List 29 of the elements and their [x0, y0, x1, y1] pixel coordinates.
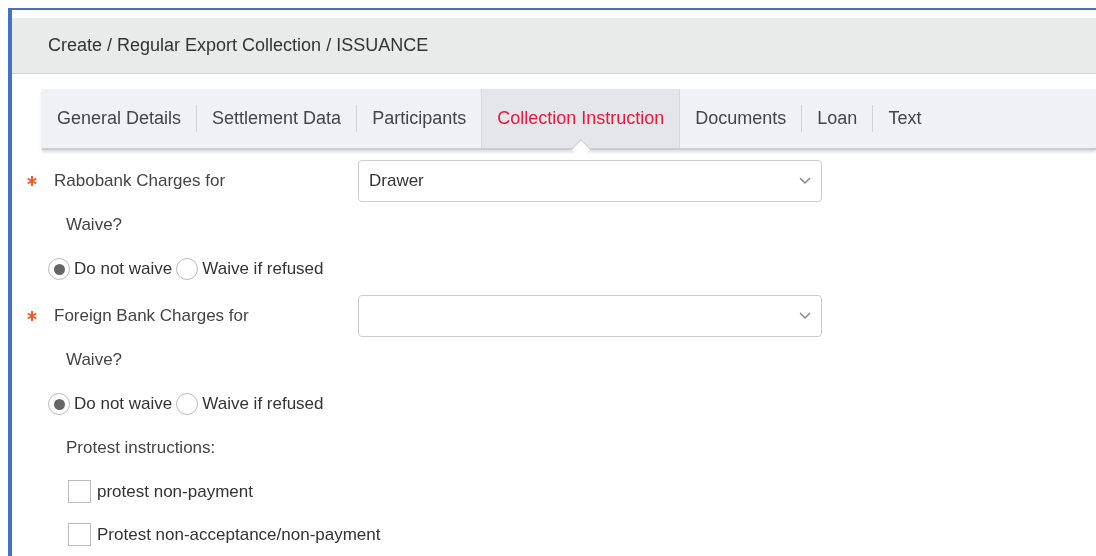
field-label: Waive?	[66, 349, 123, 372]
field-label: Rabobank Charges for	[54, 169, 227, 192]
select-field[interactable]: Drawer	[358, 159, 822, 202]
breadcrumb: Create / Regular Export Collection / ISSUANCE	[48, 34, 429, 57]
tab[interactable]: Participants	[357, 89, 482, 148]
radio-option[interactable]: Waive if refused	[176, 391, 324, 417]
select-value: Drawer	[369, 169, 424, 192]
radio-button[interactable]	[48, 258, 70, 280]
tab[interactable]: Documents	[680, 89, 802, 148]
select-field[interactable]	[358, 294, 822, 337]
radio-button[interactable]	[48, 393, 70, 415]
checkbox-label: protest non-payment	[97, 480, 253, 503]
tab[interactable]: Loan	[802, 89, 873, 148]
radio-button[interactable]	[176, 393, 199, 415]
tab[interactable]: Settlement Data	[197, 89, 357, 148]
radio-option[interactable]: Waive if refused	[176, 256, 324, 282]
checkbox[interactable]	[68, 523, 91, 546]
radio-button[interactable]	[176, 258, 199, 280]
checkbox-label: Protest non-acceptance/non-payment	[97, 523, 381, 546]
field-label: Foreign Bank Charges for	[54, 304, 250, 327]
chevron-down-icon	[799, 176, 811, 185]
radio-option[interactable]: Do not waive	[48, 256, 173, 282]
checkbox[interactable]	[68, 480, 91, 503]
field-label: Waive?	[66, 214, 123, 237]
chevron-down-icon	[799, 311, 811, 320]
tab[interactable]: Text	[873, 89, 937, 148]
tab[interactable]: General Details	[42, 89, 197, 148]
field-label: Protest instructions:	[66, 437, 216, 460]
radio-option[interactable]: Do not waive	[48, 391, 173, 417]
